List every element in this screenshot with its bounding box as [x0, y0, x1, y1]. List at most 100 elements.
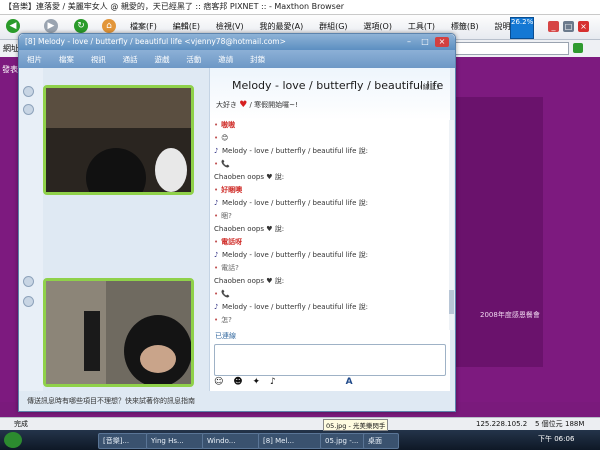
webpage-panel	[455, 97, 543, 367]
messenger-statusbar: 傳送訊息時有哪些項目不理想？快來試著你的訊息指南	[19, 391, 455, 411]
collapse-icon[interactable]	[23, 276, 34, 287]
chat-message: 睏?	[221, 212, 232, 220]
browser-statusbar: 完成 125.228.105.2 5 個位元 188M	[0, 417, 600, 430]
wink-icon[interactable]: ☻	[233, 377, 242, 387]
contact-header: Melody - love / butterfly / beautiful li…	[210, 68, 450, 120]
chat-line: • 好睏噢	[214, 184, 440, 197]
chat-message: 📞	[221, 160, 230, 168]
expand-icon[interactable]	[23, 296, 34, 307]
toolbar-call[interactable]: 通話	[123, 55, 138, 64]
maximize-icon[interactable]: □	[418, 37, 432, 47]
chat-message: Melody - love / butterfly / beautiful li…	[222, 251, 369, 259]
chat-line: Chaoben oops ♥ 說:	[214, 171, 440, 184]
personal-message: 大好き ♥ / 寒假開始囉~!	[216, 100, 298, 110]
forward-icon[interactable]: ▶	[44, 19, 58, 33]
chat-line: • 嗷嗷	[214, 119, 440, 132]
taskbar-item[interactable]: [8] Mel...	[258, 433, 322, 449]
chat-line: Chaoben oops ♥ 說:	[214, 275, 440, 288]
contact-note-icon: ♪	[214, 199, 219, 207]
chat-message: 好睏噢	[221, 186, 243, 194]
toolbar-photos[interactable]: 相片	[27, 55, 42, 64]
font-icon[interactable]: A	[346, 377, 353, 387]
chat-message: 電話?	[221, 264, 239, 272]
menu-favorites[interactable]: 我的最愛(A)	[259, 22, 303, 31]
menu-view[interactable]: 檢視(V)	[216, 22, 244, 31]
chat-line: • 怎?	[214, 314, 440, 327]
chat-scrollbar[interactable]	[449, 120, 454, 330]
toolbar-video[interactable]: 視訊	[91, 55, 106, 64]
voice-clip-icon[interactable]: ♪	[270, 377, 276, 387]
chat-message: 📞	[221, 290, 230, 298]
taskbar-item[interactable]: [音樂]...	[98, 433, 148, 449]
chat-message: 😊	[221, 134, 229, 142]
address-label: 網址	[3, 44, 19, 53]
toolbar-invite[interactable]: 邀請	[218, 55, 233, 64]
heart-icon: ♥	[239, 100, 248, 110]
status-mode: 5 個位元	[535, 420, 563, 428]
refresh-icon[interactable]: ↻	[74, 19, 88, 33]
nudge-icon[interactable]: ✦	[253, 377, 261, 387]
psm-suffix: / 寒假開始囉~!	[249, 101, 298, 109]
collapse-icon[interactable]	[23, 86, 34, 97]
contact-name: Melody - love / butterfly / beautiful li…	[232, 79, 444, 92]
page-tab[interactable]: 發表	[2, 64, 18, 75]
taskbar-item[interactable]: Windo...	[202, 433, 260, 449]
menu-items: 檔案(F) 編輯(E) 檢視(V) 我的最愛(A) 群組(G) 選項(O) 工具…	[130, 21, 536, 32]
message-input[interactable]	[214, 344, 446, 376]
webcam-local	[43, 278, 194, 387]
menu-file[interactable]: 檔案(F)	[130, 22, 157, 31]
status-left: 完成	[14, 420, 28, 428]
go-icon[interactable]	[573, 43, 583, 53]
close-icon[interactable]: ×	[578, 21, 589, 32]
status-memory: 188M	[565, 420, 585, 428]
expand-icon[interactable]	[23, 104, 34, 115]
status-ip: 125.228.105.2	[476, 420, 528, 428]
bullet-icon: •	[214, 264, 219, 272]
minimize-icon[interactable]: –	[402, 37, 416, 47]
chat-message: Melody - love / butterfly / beautiful li…	[222, 199, 369, 207]
messenger-titlebar: [8] Melody - love / butterfly / beautifu…	[19, 34, 455, 50]
browser-title: 【音樂】連落愛 / 美麗牢女人 @ 親愛的，天已經黑了 :: 痞客邦 PIXNE…	[4, 2, 345, 11]
contact-note-icon: ♪	[214, 251, 219, 259]
desktop-button[interactable]: 桌面	[363, 433, 399, 449]
chat-line: ♪ Melody - love / butterfly / beautiful l…	[214, 249, 440, 262]
menu-tabs[interactable]: 標籤(B)	[451, 22, 479, 31]
toolbar-files[interactable]: 檔案	[59, 55, 74, 64]
chat-main: Melody - love / butterfly / beautiful li…	[209, 68, 450, 391]
chat-line: • 📞	[214, 158, 440, 171]
minimize-icon[interactable]: _	[548, 21, 559, 32]
close-icon[interactable]: ×	[435, 37, 449, 47]
webcam-remote-image	[46, 88, 191, 208]
clock: 下午 06:06	[538, 435, 575, 443]
left-strip	[19, 68, 43, 391]
psm-prefix: 大好き	[216, 101, 237, 109]
menu-options[interactable]: 選項(O)	[363, 22, 392, 31]
toolbar-block[interactable]: 封鎖	[250, 55, 265, 64]
page-caption: 2008年度感恩餐會	[480, 311, 540, 319]
conversation: • 嗷嗷 • 😊 ♪ Melody - love / butterfly / beauti…	[214, 119, 440, 324]
back-icon[interactable]: ◀	[6, 19, 20, 33]
taskbar-item[interactable]: 05.jpg -...	[320, 433, 366, 449]
scrollbar-thumb[interactable]	[449, 290, 454, 314]
bullet-icon: •	[214, 160, 219, 168]
messenger-status-text[interactable]: 傳送訊息時有哪些項目不理想？快來試著你的訊息指南	[27, 396, 195, 406]
home-icon[interactable]: ⌂	[102, 19, 116, 33]
restore-icon[interactable]: □	[563, 21, 574, 32]
search-input[interactable]	[455, 42, 569, 55]
menu-tools[interactable]: 工具(T)	[408, 22, 435, 31]
emoticon-icon[interactable]: ☺	[214, 377, 223, 387]
chat-line: ♪ Melody - love / butterfly / beautiful l…	[214, 197, 440, 210]
bullet-icon: •	[214, 134, 219, 142]
connection-status: 已連線	[215, 332, 236, 340]
contact-status: (線上)	[420, 83, 440, 91]
browser-titlebar: 【音樂】連落愛 / 美麗牢女人 @ 親愛的，天已經黑了 :: 痞客邦 PIXNE…	[0, 0, 600, 15]
menu-groups[interactable]: 群組(G)	[319, 22, 347, 31]
toolbar-activities[interactable]: 活動	[186, 55, 201, 64]
contact-note-icon: ♪	[214, 303, 219, 311]
start-button[interactable]	[4, 432, 22, 448]
chat-message: 電話呀	[221, 238, 243, 246]
chat-message: 嗷嗷	[221, 121, 236, 129]
taskbar-item[interactable]: Ying Hs...	[146, 433, 204, 449]
menu-edit[interactable]: 編輯(E)	[173, 22, 200, 31]
toolbar-games[interactable]: 遊戲	[155, 55, 170, 64]
